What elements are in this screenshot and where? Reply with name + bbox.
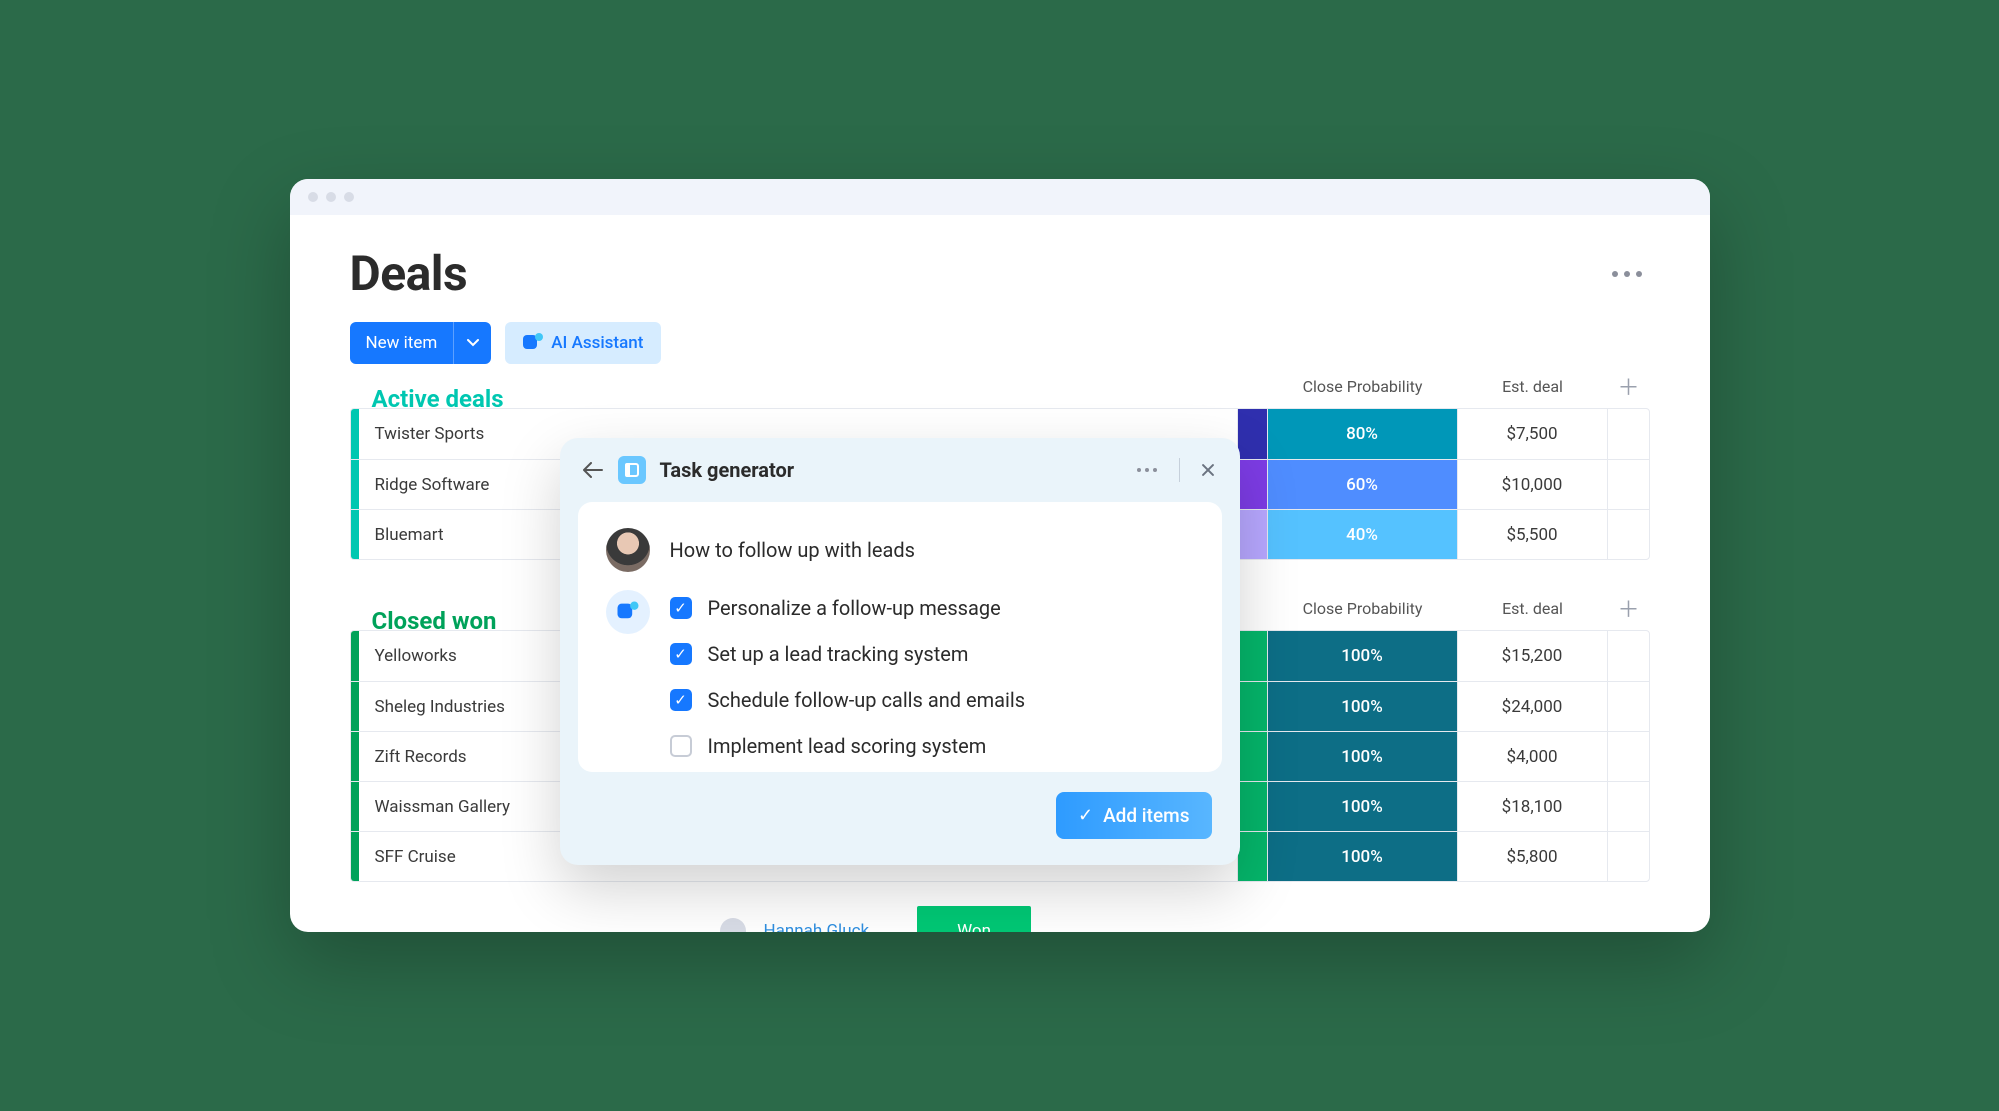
- window-titlebar: [290, 179, 1710, 215]
- task-generator-icon: [618, 456, 646, 484]
- checkbox[interactable]: [670, 735, 692, 757]
- est-deal-cell[interactable]: $5,800: [1457, 832, 1607, 881]
- group-color-bar: [351, 460, 359, 509]
- row-end-cell: [1607, 832, 1649, 881]
- window-dot: [308, 192, 318, 202]
- group-color-bar: [351, 682, 359, 731]
- group-color-bar: [351, 510, 359, 559]
- task-label: Set up a lead tracking system: [708, 642, 969, 666]
- panel-more-menu[interactable]: [1133, 464, 1161, 476]
- check-icon: ✓: [1078, 805, 1093, 826]
- status-strip-cell: [1237, 460, 1267, 509]
- close-icon[interactable]: [1198, 460, 1218, 480]
- ai-sparkle-icon: [523, 333, 543, 353]
- divider: [1179, 458, 1180, 482]
- task-item[interactable]: Personalize a follow-up message: [670, 596, 1194, 620]
- add-column-button[interactable]: ＋: [1608, 592, 1650, 624]
- status-strip-cell: [1237, 682, 1267, 731]
- status-strip-cell: [1237, 409, 1267, 459]
- group-color-bar: [351, 631, 359, 681]
- new-item-label: New item: [350, 333, 454, 353]
- add-items-button[interactable]: ✓ Add items: [1056, 792, 1212, 839]
- checkbox[interactable]: [670, 597, 692, 619]
- est-deal-cell[interactable]: $15,200: [1457, 631, 1607, 681]
- est-deal-cell[interactable]: $24,000: [1457, 682, 1607, 731]
- task-label: Implement lead scoring system: [708, 734, 987, 758]
- task-label: Personalize a follow-up message: [708, 596, 1001, 620]
- task-generator-panel: Task generator How to follow up with lea…: [560, 438, 1240, 865]
- status-strip-cell: [1237, 510, 1267, 559]
- new-item-button[interactable]: New item: [350, 322, 492, 364]
- close-probability-cell[interactable]: 100%: [1267, 832, 1457, 881]
- est-deal-cell[interactable]: $4,000: [1457, 732, 1607, 781]
- est-deal-cell[interactable]: $18,100: [1457, 782, 1607, 831]
- status-strip-cell: [1237, 782, 1267, 831]
- row-end-cell: [1607, 510, 1649, 559]
- group-color-bar: [351, 832, 359, 881]
- task-item[interactable]: Implement lead scoring system: [670, 734, 1194, 758]
- status-strip-cell: [1237, 631, 1267, 681]
- row-end-cell: [1607, 732, 1649, 781]
- ai-avatar: [606, 590, 650, 634]
- ai-sparkle-icon: [617, 602, 638, 623]
- group-color-bar: [351, 409, 359, 459]
- avatar: [720, 918, 746, 932]
- page-more-menu[interactable]: [1604, 263, 1650, 285]
- section-header-row: Active deals Close Probability Est. deal…: [350, 364, 1650, 408]
- column-header-prob[interactable]: Close Probability: [1268, 377, 1458, 396]
- est-deal-cell[interactable]: $10,000: [1457, 460, 1607, 509]
- task-item[interactable]: Schedule follow-up calls and emails: [670, 688, 1194, 712]
- column-header-prob[interactable]: Close Probability: [1268, 599, 1458, 618]
- window-dot: [326, 192, 336, 202]
- ai-assistant-button[interactable]: AI Assistant: [505, 322, 661, 364]
- checkbox[interactable]: [670, 643, 692, 665]
- back-button[interactable]: [582, 459, 604, 481]
- add-column-button[interactable]: ＋: [1608, 370, 1650, 402]
- column-header-est[interactable]: Est. deal: [1458, 377, 1608, 396]
- est-deal-cell[interactable]: $5,500: [1457, 510, 1607, 559]
- close-probability-cell[interactable]: 60%: [1267, 460, 1457, 509]
- status-strip-cell: [1237, 832, 1267, 881]
- row-peek-overlay: Hannah Gluck Won: [720, 906, 1032, 932]
- group-color-bar: [351, 732, 359, 781]
- row-end-cell: [1607, 460, 1649, 509]
- panel-title: Task generator: [660, 458, 1119, 482]
- window-dot: [344, 192, 354, 202]
- row-end-cell: [1607, 682, 1649, 731]
- new-item-dropdown[interactable]: [453, 322, 491, 364]
- status-strip-cell: [1237, 732, 1267, 781]
- close-probability-cell[interactable]: 100%: [1267, 682, 1457, 731]
- close-probability-cell[interactable]: 80%: [1267, 409, 1457, 459]
- status-badge[interactable]: Won: [917, 906, 1031, 932]
- task-item[interactable]: Set up a lead tracking system: [670, 642, 1194, 666]
- user-prompt: How to follow up with leads: [670, 538, 915, 562]
- checkbox[interactable]: [670, 689, 692, 711]
- add-items-label: Add items: [1103, 804, 1189, 827]
- page-title: Deals: [350, 245, 468, 302]
- row-end-cell: [1607, 631, 1649, 681]
- est-deal-cell[interactable]: $7,500: [1457, 409, 1607, 459]
- task-label: Schedule follow-up calls and emails: [708, 688, 1026, 712]
- ai-assistant-label: AI Assistant: [551, 333, 643, 353]
- column-header-est[interactable]: Est. deal: [1458, 599, 1608, 618]
- group-color-bar: [351, 782, 359, 831]
- row-end-cell: [1607, 409, 1649, 459]
- user-avatar: [606, 528, 650, 572]
- close-probability-cell[interactable]: 40%: [1267, 510, 1457, 559]
- contact-name[interactable]: Hannah Gluck: [746, 921, 888, 932]
- row-end-cell: [1607, 782, 1649, 831]
- close-probability-cell[interactable]: 100%: [1267, 732, 1457, 781]
- close-probability-cell[interactable]: 100%: [1267, 631, 1457, 681]
- close-probability-cell[interactable]: 100%: [1267, 782, 1457, 831]
- app-window: Deals New item AI Assistant Active deals: [290, 179, 1710, 932]
